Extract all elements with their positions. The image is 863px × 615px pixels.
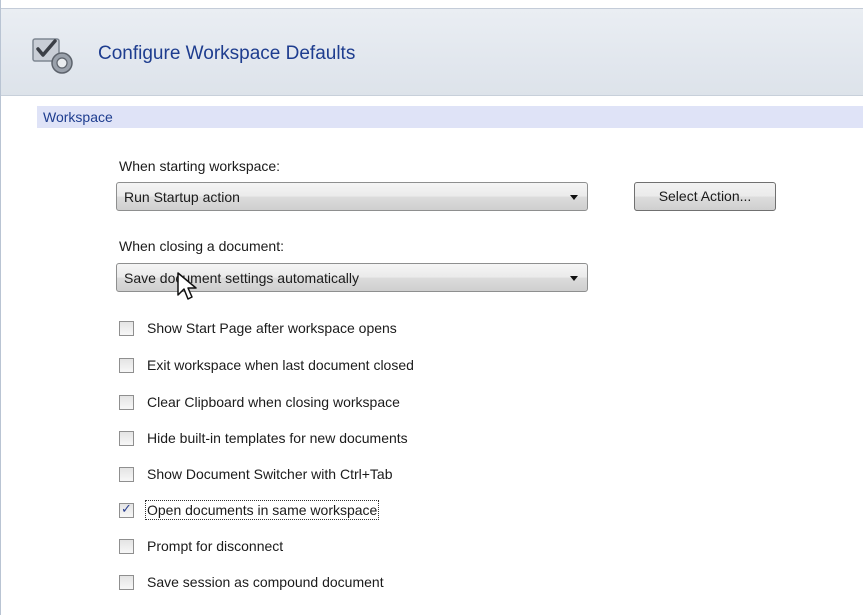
option-label: Show Start Page after workspace opens [147,320,397,336]
section-title: Workspace [43,109,113,125]
option-label: Clear Clipboard when closing workspace [147,394,400,410]
option-label: Save session as compound document [147,574,384,590]
section-header: Workspace [37,106,863,128]
startup-label: When starting workspace: [119,158,281,174]
mouse-pointer-icon [177,272,197,300]
option-label: Open documents in same workspace [144,500,380,520]
option-label: Show Document Switcher with Ctrl+Tab [147,466,393,482]
checkbox[interactable] [119,431,134,446]
checkbox[interactable] [119,395,134,410]
option-label: Exit workspace when last document closed [147,357,414,373]
checkbox[interactable] [119,575,134,590]
checkbox[interactable]: ✓ [119,501,134,518]
dialog-header: Configure Workspace Defaults [1,8,863,96]
checkbox[interactable] [119,358,134,373]
checkbox[interactable] [119,539,134,554]
checkbox[interactable] [119,467,134,482]
option-label: Hide built-in templates for new document… [147,430,408,446]
chevron-down-icon [570,195,578,200]
startup-action-value: Run Startup action [124,189,240,205]
closing-label: When closing a document: [119,238,284,254]
page-title: Configure Workspace Defaults [98,43,356,64]
chevron-down-icon [570,276,578,281]
option-label: Prompt for disconnect [147,538,284,554]
closing-action-value: Save document settings automatically [124,270,360,286]
checkmark-icon: ✓ [121,501,132,516]
checklist-settings-icon [32,38,73,74]
workspace-defaults-window: Configure Workspace Defaults Workspace W… [0,0,863,615]
startup-action-dropdown[interactable]: Run Startup action [116,182,588,211]
checkbox[interactable] [119,321,134,336]
select-action-button[interactable]: Select Action... [634,182,776,211]
top-strip [1,0,863,8]
